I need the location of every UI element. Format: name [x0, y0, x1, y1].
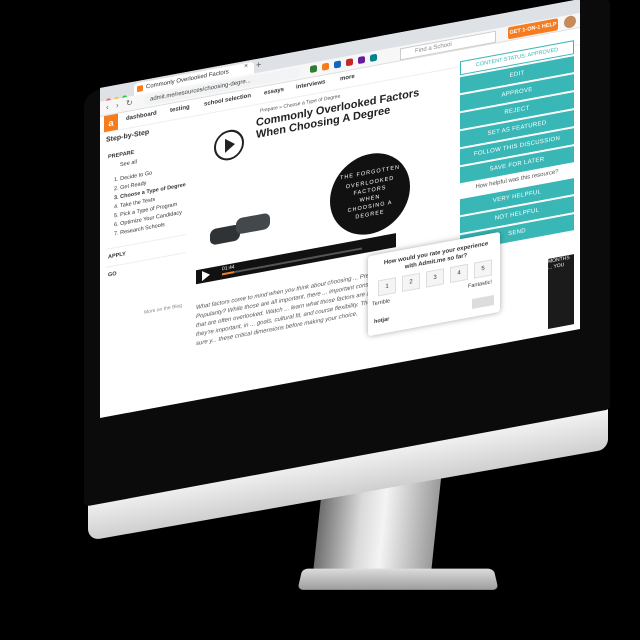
rating-1-button[interactable]: 1: [378, 277, 396, 297]
extension-icon[interactable]: [322, 62, 329, 71]
more-on-blog-link[interactable]: More on the Blog: [144, 303, 182, 316]
sidebar-step[interactable]: 1. Decide to Go: [114, 170, 152, 183]
step-sidebar: Step-by-Step PREPARE See all 1. Decide t…: [100, 115, 192, 392]
nav-essays[interactable]: essays: [264, 87, 284, 97]
reload-icon[interactable]: ↻: [126, 98, 133, 108]
nav-interviews[interactable]: interviews: [296, 79, 325, 90]
forward-icon[interactable]: ›: [116, 101, 119, 110]
video-progress[interactable]: [222, 247, 362, 276]
rating-low-label: Terrible: [372, 298, 391, 308]
extension-icon[interactable]: [310, 64, 317, 74]
binoculars-image: [210, 211, 280, 248]
new-tab-icon[interactable]: +: [256, 59, 261, 70]
favicon-icon: [137, 85, 143, 93]
sidebar-section-apply[interactable]: APPLY: [108, 251, 126, 260]
monitor-stand-base: [297, 568, 499, 590]
rating-4-button[interactable]: 4: [450, 263, 468, 284]
sidebar-heading: Step-by-Step: [106, 128, 150, 144]
nav-more[interactable]: more: [340, 74, 355, 83]
nav-dashboard[interactable]: dashboard: [126, 110, 157, 122]
video-play-icon[interactable]: [202, 269, 210, 282]
play-icon[interactable]: [214, 127, 244, 163]
avatar[interactable]: [564, 14, 576, 30]
hotjar-logo: hotjar: [374, 316, 390, 326]
video-title-circle: THE FORGOTTEN OVERLOOKED FACTORS WHEN CH…: [330, 146, 410, 242]
survey-toggle-button[interactable]: [472, 294, 494, 310]
close-tab-icon[interactable]: ×: [244, 63, 248, 71]
sidebar-section-prepare[interactable]: PREPARE: [108, 150, 134, 161]
moderation-panel: CONTENT STATUS: APPROVED EDIT APPROVE RE…: [460, 40, 574, 329]
extension-icon[interactable]: [370, 53, 377, 62]
extension-icon[interactable]: [334, 60, 341, 69]
sidebar-see-all[interactable]: See all: [120, 159, 137, 168]
extension-icon[interactable]: [346, 58, 353, 67]
rating-3-button[interactable]: 3: [426, 268, 444, 288]
nav-testing[interactable]: testing: [170, 104, 190, 114]
rating-5-button[interactable]: 5: [474, 259, 492, 279]
extension-icon[interactable]: [358, 55, 365, 65]
back-icon[interactable]: ‹: [106, 102, 109, 111]
sidebar-section-go[interactable]: GO: [108, 271, 117, 279]
rating-high-label: Fantastic!: [468, 279, 492, 290]
related-thumbnail[interactable]: MONTHS ... YOU: [548, 254, 574, 329]
rating-2-button[interactable]: 2: [402, 272, 420, 293]
